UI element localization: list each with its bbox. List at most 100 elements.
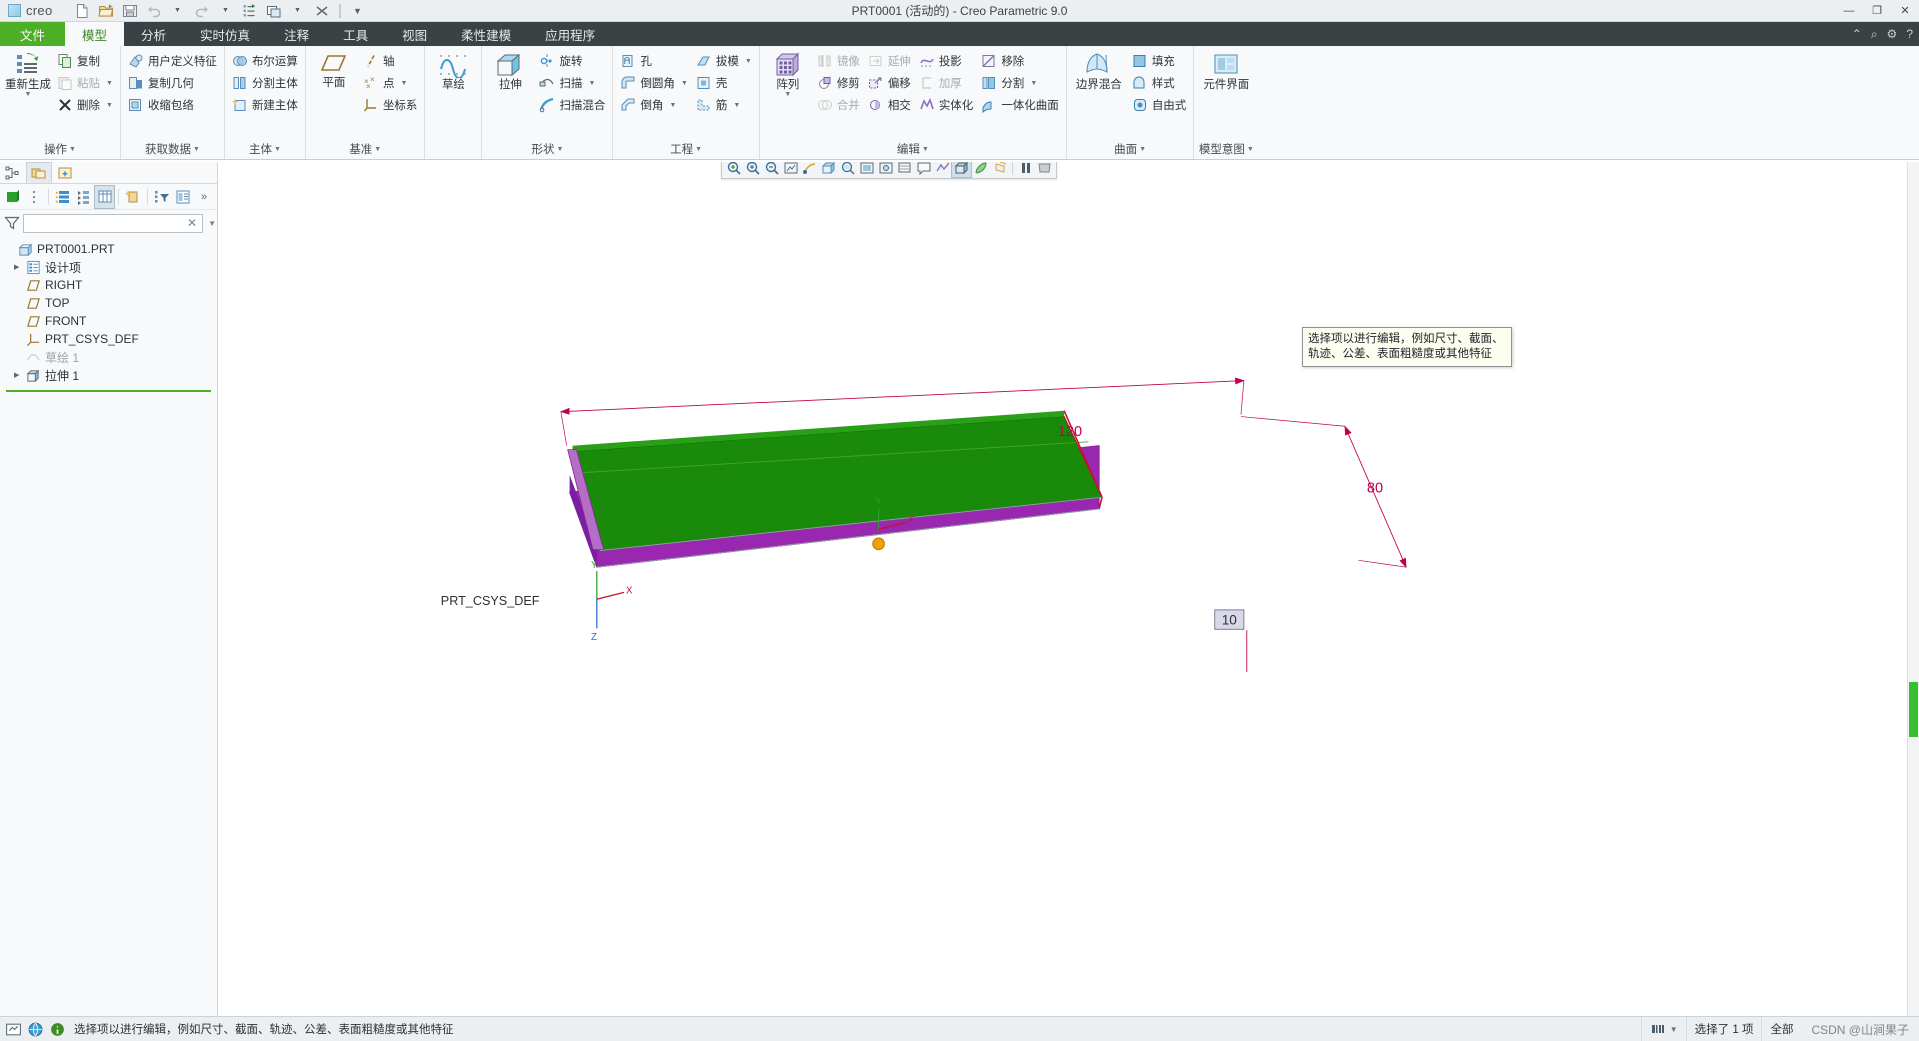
pattern-button[interactable]: 阵列 ▼	[763, 50, 813, 100]
rib-button[interactable]: 筋 ▼	[692, 94, 756, 116]
save-button[interactable]	[119, 1, 141, 20]
folder-browser-icon[interactable]	[26, 162, 52, 183]
selection-cell[interactable]: ▼	[1640, 1017, 1686, 1041]
tree-arrow[interactable]: ▶	[14, 371, 26, 379]
csys-button[interactable]: 坐标系	[359, 94, 422, 116]
new-body-button[interactable]: 新建主体	[228, 94, 302, 116]
search-icon[interactable]: ⌕	[1871, 27, 1878, 42]
round-dropdown-icon[interactable]: ▼	[681, 80, 688, 87]
pattern-dropdown[interactable]: ▼	[784, 91, 791, 98]
unify-surface-button[interactable]: 一体化曲面	[977, 94, 1063, 116]
split-body-button[interactable]: 分割主体	[228, 72, 302, 94]
regenerate-dropdown[interactable]: ▼	[25, 91, 32, 98]
split-dropdown-icon[interactable]: ▼	[1030, 80, 1037, 87]
sweep-dropdown-icon[interactable]: ▼	[588, 80, 595, 87]
insert-icon[interactable]	[123, 186, 143, 208]
tab-annotation[interactable]: 注释	[267, 22, 326, 46]
selection-dropdown-icon[interactable]: ▼	[1670, 1025, 1678, 1034]
delete-button[interactable]: 删除 ▼	[53, 94, 117, 116]
revolve-button[interactable]: 旋转	[535, 50, 609, 72]
filter-cell[interactable]: 全部	[1761, 1017, 1801, 1041]
tree-item-csys[interactable]: PRT_CSYS_DEF	[0, 330, 217, 348]
thicken-button[interactable]: 加厚	[915, 72, 978, 94]
collapse-ribbon-icon[interactable]: ⌃	[1852, 27, 1862, 41]
chevrons-icon[interactable]: »	[194, 186, 214, 208]
help-icon[interactable]: ?	[1906, 27, 1913, 41]
search-dropdown-icon[interactable]: ▼	[206, 219, 218, 228]
prt-csys-def-marker[interactable]: Y X Z PRT_CSYS_DEF	[441, 560, 633, 643]
draft-dropdown-icon[interactable]: ▼	[745, 58, 752, 65]
delete-dropdown-icon[interactable]: ▼	[106, 102, 113, 109]
status-globe-icon[interactable]	[27, 1021, 44, 1038]
boundary-blend-button[interactable]: 边界混合	[1070, 50, 1128, 93]
round-button[interactable]: 倒圆角 ▼	[616, 72, 691, 94]
vertical-scrollbar[interactable]	[1907, 162, 1919, 1016]
tab-analysis[interactable]: 分析	[124, 22, 183, 46]
point-dropdown-icon[interactable]: ▼	[400, 80, 407, 87]
offset-button[interactable]: 偏移	[864, 72, 915, 94]
solidify-button[interactable]: 实体化	[915, 94, 978, 116]
trim-button[interactable]: 修剪	[813, 72, 864, 94]
layers-icon[interactable]	[173, 186, 193, 208]
boolean-button[interactable]: 布尔运算	[228, 50, 302, 72]
settings-icon[interactable]: ⚙	[1887, 27, 1898, 41]
sketch-button[interactable]: 草绘	[428, 50, 478, 93]
tab-file[interactable]: 文件	[0, 22, 66, 46]
freestyle-button[interactable]: 自由式	[1128, 94, 1191, 116]
regenerate-button[interactable]: 重新生成 ▼	[3, 50, 53, 100]
tree-item-top[interactable]: TOP	[0, 294, 217, 312]
mirror-button[interactable]: 镜像	[813, 50, 864, 72]
axis-button[interactable]: 轴	[359, 50, 422, 72]
tab-flexible-modeling[interactable]: 柔性建模	[444, 22, 528, 46]
extrude-button[interactable]: 拉伸	[485, 50, 535, 93]
tree-search-input[interactable]	[27, 216, 185, 230]
model-tree-icon[interactable]	[0, 162, 26, 183]
customize-qat-button[interactable]: ▼	[347, 1, 369, 20]
graphics-area[interactable]: 120 80 10 Y X Y X Z PRT_CSYS_DEF 选择项以进行编…	[219, 162, 1919, 1016]
minimize-button[interactable]: —	[1835, 0, 1863, 22]
tree-search-box[interactable]: ✕	[23, 213, 204, 233]
component-interface-button[interactable]: 元件界面	[1197, 50, 1255, 93]
undo-dropdown[interactable]: ▼	[167, 1, 189, 20]
chamfer-dropdown-icon[interactable]: ▼	[669, 102, 676, 109]
chamfer-button[interactable]: 倒角 ▼	[616, 94, 691, 116]
new-button[interactable]	[71, 1, 93, 20]
tab-applications[interactable]: 应用程序	[528, 22, 612, 46]
sweep-button[interactable]: 扫描 ▼	[535, 72, 609, 94]
paste-dropdown-icon[interactable]: ▼	[106, 80, 113, 87]
tree-item-extrude[interactable]: ▶ 拉伸 1	[0, 366, 217, 384]
tree-arrow[interactable]: ▶	[14, 263, 26, 271]
hole-button[interactable]: 孔	[616, 50, 691, 72]
tab-tools[interactable]: 工具	[326, 22, 385, 46]
intersect-button[interactable]: 相交	[864, 94, 915, 116]
close-window-button[interactable]	[311, 1, 333, 20]
dimension-width[interactable]: 120	[1058, 424, 1082, 440]
project-button[interactable]: 投影	[915, 50, 978, 72]
plane-button[interactable]: 平面	[309, 50, 359, 91]
swept-blend-button[interactable]: 扫描混合	[535, 94, 609, 116]
shell-button[interactable]: 壳	[692, 72, 756, 94]
status-sel-icon[interactable]	[5, 1021, 22, 1038]
redo-dropdown[interactable]: ▼	[215, 1, 237, 20]
dimension-depth[interactable]: 80	[1367, 480, 1383, 496]
remove-button[interactable]: 移除	[977, 50, 1063, 72]
regenerate-qat-button[interactable]	[239, 1, 261, 20]
copy-button[interactable]: 复制	[53, 50, 117, 72]
merge-button[interactable]: 合并	[813, 94, 864, 116]
tree-item-sketch[interactable]: 草绘 1	[0, 348, 217, 366]
close-button[interactable]: ✕	[1891, 0, 1919, 22]
window-button[interactable]	[263, 1, 285, 20]
tree-item-front[interactable]: FRONT	[0, 312, 217, 330]
show-icon[interactable]	[3, 186, 23, 208]
tab-view[interactable]: 视图	[385, 22, 444, 46]
extend-button[interactable]: 延伸	[864, 50, 915, 72]
udf-button[interactable]: 用户定义特征	[124, 50, 221, 72]
more-icon[interactable]	[24, 186, 44, 208]
maximize-button[interactable]: ❐	[1863, 0, 1891, 22]
open-button[interactable]	[95, 1, 117, 20]
tree-item-right[interactable]: RIGHT	[0, 276, 217, 294]
style-button[interactable]: 样式	[1128, 72, 1191, 94]
draft-button[interactable]: 拔模 ▼	[692, 50, 756, 72]
filter-icon[interactable]	[152, 186, 172, 208]
settings-tree-icon[interactable]	[53, 186, 73, 208]
